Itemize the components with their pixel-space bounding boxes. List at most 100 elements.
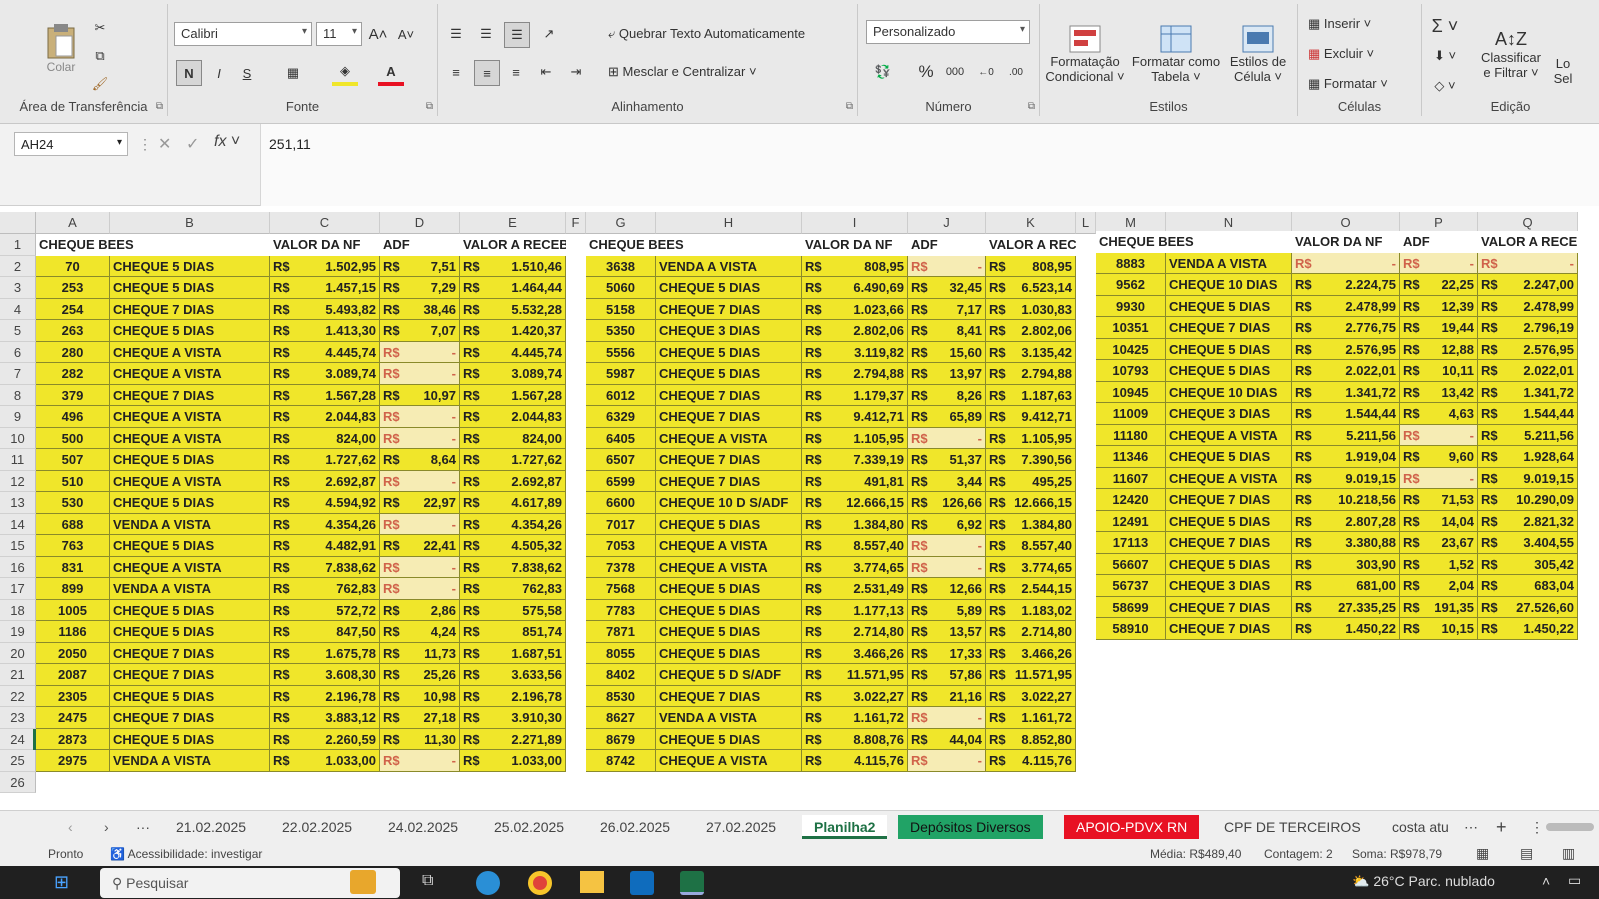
valor-nf-cell[interactable]: R$ 3.466,26	[802, 642, 908, 664]
select-all-corner[interactable]	[0, 212, 36, 234]
row-header-16[interactable]: 16	[0, 556, 36, 578]
decrease-indent-icon[interactable]: ⇤	[534, 60, 558, 84]
valor-receber-cell[interactable]: R$ 2.044,83	[460, 406, 566, 428]
valor-receber-cell[interactable]: R$ 3.135,42	[986, 341, 1076, 363]
add-sheet-icon[interactable]: +	[1484, 815, 1519, 839]
valor-receber-cell[interactable]: R$ 1.384,80	[986, 513, 1076, 535]
cheque-number-cell[interactable]: 11346	[1096, 446, 1166, 468]
task-view-icon[interactable]: ⧉	[422, 872, 433, 890]
column-header-c[interactable]: C	[270, 212, 380, 234]
adf-cell[interactable]: R$ 10,11	[1400, 360, 1478, 382]
align-left-icon[interactable]: ≡	[444, 60, 468, 84]
adf-cell[interactable]: R$ 51,37	[908, 449, 986, 471]
cheque-number-cell[interactable]: 831	[36, 556, 110, 578]
cheque-type-cell[interactable]: CHEQUE A VISTA	[656, 750, 802, 772]
valor-nf-cell[interactable]: R$ 2.478,99	[1292, 295, 1400, 317]
valor-nf-cell[interactable]: R$ 1.502,95	[270, 255, 380, 277]
adf-cell[interactable]: R$ 11,73	[380, 642, 460, 664]
row-header-7[interactable]: 7	[0, 363, 36, 385]
valor-nf-cell[interactable]: R$ 2.260,59	[270, 728, 380, 750]
cheque-type-cell[interactable]: CHEQUE 5 DIAS	[110, 621, 270, 643]
borders-icon[interactable]: ▦	[280, 60, 306, 86]
adf-cell[interactable]: R$ 7,07	[380, 320, 460, 342]
adf-cell[interactable]: R$ -	[380, 427, 460, 449]
valor-nf-cell[interactable]: R$ 681,00	[1292, 575, 1400, 597]
valor-nf-cell[interactable]: R$ 1.341,72	[1292, 381, 1400, 403]
cheque-number-cell[interactable]: 254	[36, 298, 110, 320]
valor-nf-cell[interactable]: R$ 1.727,62	[270, 449, 380, 471]
valor-receber-cell[interactable]: R$ 2.714,80	[986, 621, 1076, 643]
delete-button[interactable]: ▦ Excluir ˅	[1308, 46, 1374, 62]
valor-receber-cell[interactable]: R$ 2.247,00	[1478, 274, 1578, 296]
cheque-type-cell[interactable]: CHEQUE 5 DIAS	[1166, 510, 1292, 532]
column-header-k[interactable]: K	[986, 212, 1076, 234]
valor-nf-cell[interactable]: R$ 1.919,04	[1292, 446, 1400, 468]
valor-receber-cell[interactable]: R$ 8.557,40	[986, 535, 1076, 557]
cheque-number-cell[interactable]: 5556	[586, 341, 656, 363]
cheque-number-cell[interactable]: 899	[36, 578, 110, 600]
cheque-type-cell[interactable]: CHEQUE 7 DIAS	[1166, 618, 1292, 640]
alignment-launcher-icon[interactable]: ⧉	[846, 101, 853, 112]
merge-center-button[interactable]: ⊞ Mesclar e Centralizar ˅	[608, 64, 757, 80]
cheque-number-cell[interactable]: 10351	[1096, 317, 1166, 339]
name-box[interactable]: AH24 ▾	[14, 132, 128, 156]
valor-receber-cell[interactable]: R$ 2.271,89	[460, 728, 566, 750]
paste-button[interactable]: Colar	[38, 18, 84, 78]
valor-receber-cell[interactable]: R$ 1.030,83	[986, 298, 1076, 320]
valor-nf-cell[interactable]: R$ 3.089,74	[270, 363, 380, 385]
cheque-type-cell[interactable]: CHEQUE A VISTA	[656, 535, 802, 557]
valor-nf-cell[interactable]: R$ 2.576,95	[1292, 338, 1400, 360]
header-cheque-bees[interactable]: CHEQUE BEES	[36, 234, 270, 256]
cheque-number-cell[interactable]: 8530	[586, 685, 656, 707]
valor-nf-cell[interactable]: R$ 1.105,95	[802, 427, 908, 449]
tab-21-02[interactable]: 21.02.2025	[164, 815, 258, 839]
cheque-type-cell[interactable]: VENDA A VISTA	[656, 255, 802, 277]
valor-nf-cell[interactable]: R$ 572,72	[270, 599, 380, 621]
row-header-23[interactable]: 23	[0, 707, 36, 729]
cheque-number-cell[interactable]: 17113	[1096, 532, 1166, 554]
cheque-number-cell[interactable]: 7053	[586, 535, 656, 557]
adf-cell[interactable]: R$ 191,35	[1400, 596, 1478, 618]
adf-cell[interactable]: R$ 8,41	[908, 320, 986, 342]
row-header-21[interactable]: 21	[0, 664, 36, 686]
valor-nf-cell[interactable]: R$ 5.493,82	[270, 298, 380, 320]
align-bottom-icon[interactable]: ☰	[504, 22, 530, 48]
adf-cell[interactable]: R$ 6,92	[908, 513, 986, 535]
cheque-type-cell[interactable]: CHEQUE 7 DIAS	[656, 406, 802, 428]
valor-nf-cell[interactable]: R$ 2.794,88	[802, 363, 908, 385]
cheque-number-cell[interactable]: 12491	[1096, 510, 1166, 532]
valor-receber-cell[interactable]: R$ 1.105,95	[986, 427, 1076, 449]
cheque-number-cell[interactable]: 2873	[36, 728, 110, 750]
number-format-select[interactable]: Personalizado ▾	[866, 20, 1030, 44]
valor-nf-cell[interactable]: R$ 10.218,56	[1292, 489, 1400, 511]
adf-cell[interactable]: R$ 19,44	[1400, 317, 1478, 339]
cheque-type-cell[interactable]: CHEQUE A VISTA	[110, 470, 270, 492]
cheque-number-cell[interactable]: 10793	[1096, 360, 1166, 382]
page-break-icon[interactable]: ▥	[1562, 845, 1575, 862]
cheque-number-cell[interactable]: 70	[36, 255, 110, 277]
cheque-type-cell[interactable]: CHEQUE 5 DIAS	[656, 363, 802, 385]
valor-nf-cell[interactable]: R$ 1.177,13	[802, 599, 908, 621]
column-header-f[interactable]: F	[566, 212, 586, 234]
valor-nf-cell[interactable]: R$ 4.594,92	[270, 492, 380, 514]
cheque-number-cell[interactable]: 56737	[1096, 575, 1166, 597]
header-valor-receber[interactable]: VALOR A RECE	[1478, 231, 1578, 253]
cheque-number-cell[interactable]: 510	[36, 470, 110, 492]
valor-receber-cell[interactable]: R$ 4.617,89	[460, 492, 566, 514]
valor-nf-cell[interactable]: R$ 1.457,15	[270, 277, 380, 299]
font-size-select[interactable]: 11 ▾	[316, 22, 362, 46]
valor-nf-cell[interactable]: R$ 1.567,28	[270, 384, 380, 406]
cheque-number-cell[interactable]: 6405	[586, 427, 656, 449]
folder-icon[interactable]	[580, 871, 604, 893]
cheque-type-cell[interactable]: CHEQUE 7 DIAS	[656, 470, 802, 492]
row-header-20[interactable]: 20	[0, 642, 36, 664]
adf-cell[interactable]: R$ 21,16	[908, 685, 986, 707]
valor-nf-cell[interactable]: R$ 7.838,62	[270, 556, 380, 578]
valor-nf-cell[interactable]: R$ -	[1292, 252, 1400, 274]
conditional-format-button[interactable]: Formatação Condicional ˅	[1040, 14, 1130, 94]
valor-nf-cell[interactable]: R$ 2.807,28	[1292, 510, 1400, 532]
more-sheets-icon[interactable]: ···	[124, 815, 162, 839]
insert-function-icon[interactable]: fx ˅	[214, 133, 240, 151]
tab-26-02[interactable]: 26.02.2025	[588, 815, 682, 839]
valor-receber-cell[interactable]: R$ 575,58	[460, 599, 566, 621]
